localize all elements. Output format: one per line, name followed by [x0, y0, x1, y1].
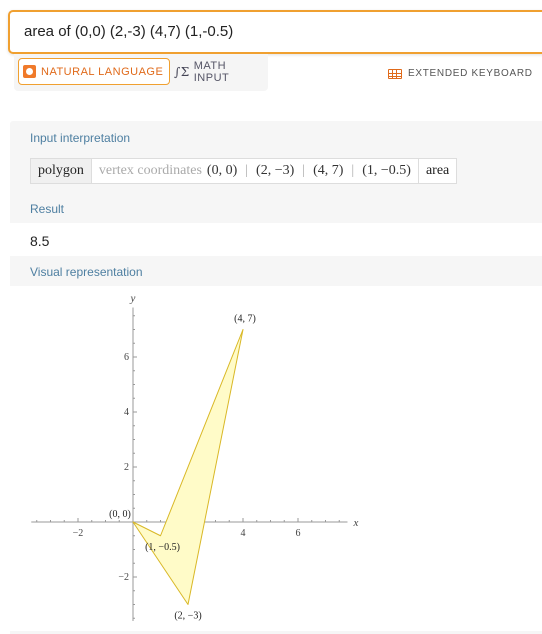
x-axis-label: x — [353, 517, 359, 529]
search-box[interactable]: area of (0,0) (2,-3) (4,7) (1,-0.5) — [8, 10, 542, 54]
y-tick-label: 6 — [124, 352, 129, 363]
y-tick-label: 2 — [124, 462, 129, 473]
vertex-coordinate: (2, −3) — [256, 163, 295, 178]
natural-language-icon — [23, 65, 36, 78]
vertex-coordinate: (4, 7) — [313, 163, 344, 178]
result-pod: 8.5 — [10, 223, 542, 256]
natural-language-label: NATURAL LANGUAGE — [41, 65, 164, 78]
vertex-label: (0, 0) — [109, 509, 131, 520]
input-interpretation-title: Input interpretation — [30, 131, 131, 145]
math-input-button[interactable]: ∫Σ MATH INPUT — [170, 58, 268, 85]
vertex-coordinate: (1, −0.5) — [362, 163, 411, 178]
search-input[interactable]: area of (0,0) (2,-3) (4,7) (1,-0.5) — [24, 23, 233, 40]
result-value: 8.5 — [30, 233, 50, 249]
vertex-coordinate: (0, 0) — [206, 163, 238, 178]
math-input-icon: ∫Σ — [174, 64, 190, 79]
results-panel: Input interpretation polygon vertex coor… — [10, 121, 542, 634]
natural-language-button[interactable]: NATURAL LANGUAGE — [18, 58, 171, 85]
interpretation-label: vertex coordinates — [98, 163, 202, 178]
extended-keyboard-label: EXTENDED KEYBOARD — [408, 68, 533, 79]
result-title: Result — [30, 202, 65, 216]
input-mode-bar: NATURAL LANGUAGE ∫Σ MATH INPUT — [14, 54, 268, 91]
x-tick-label: 4 — [241, 528, 246, 539]
math-input-label: MATH INPUT — [193, 59, 230, 84]
vertex-separator: | — [302, 163, 306, 178]
input-interpretation-table: polygon vertex coordinates (0, 0) | (2, … — [30, 158, 458, 184]
y-tick-label: −2 — [118, 572, 129, 583]
vertex-separator: | — [351, 163, 355, 178]
vertex-label: (2, −3) — [174, 611, 201, 622]
vertex-label: (4, 7) — [234, 314, 256, 325]
polygon-plot: −2246−2246xy(0, 0)(2, −3)(4, 7)(1, −0.5) — [31, 293, 359, 622]
interpretation-key: polygon — [31, 159, 92, 183]
vertex-label: (1, −0.5) — [145, 542, 180, 553]
y-tick-label: 4 — [124, 407, 129, 418]
vertex-separator: | — [245, 163, 249, 178]
polygon-shape — [132, 329, 244, 605]
extended-keyboard-button[interactable]: EXTENDED KEYBOARD — [388, 68, 533, 79]
visual-representation-title: Visual representation — [30, 265, 143, 279]
x-tick-label: −2 — [73, 528, 84, 539]
x-tick-label: 6 — [296, 528, 301, 539]
keyboard-icon — [388, 68, 402, 79]
interpretation-vertices: vertex coordinates (0, 0) | (2, −3) | (4… — [92, 159, 418, 183]
y-axis-label: y — [130, 293, 136, 305]
visual-pod: −2246−2246xy(0, 0)(2, −3)(4, 7)(1, −0.5) — [10, 286, 542, 631]
interpretation-property: area — [417, 159, 456, 183]
